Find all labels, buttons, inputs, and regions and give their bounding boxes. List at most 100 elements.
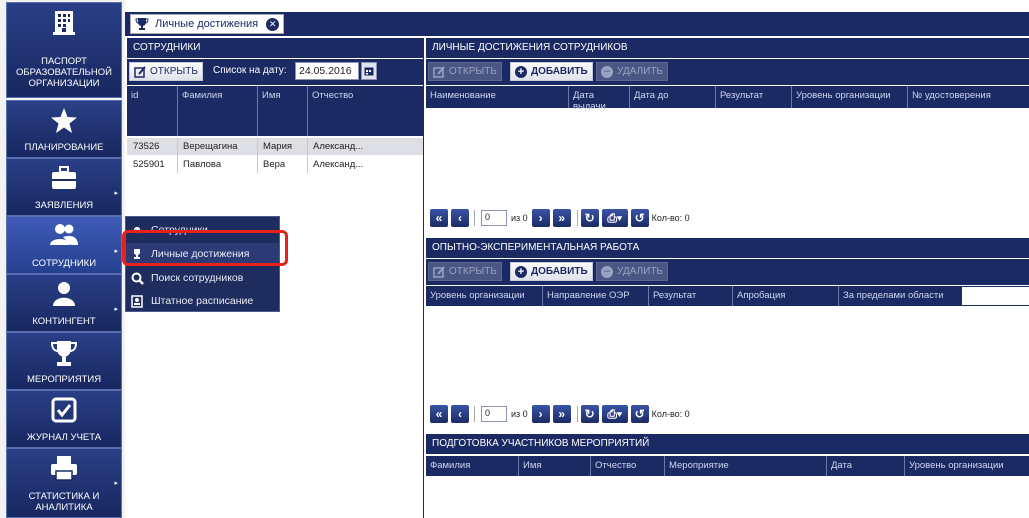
menu-item-label: Поиск сотрудников bbox=[151, 272, 244, 284]
refresh-icon[interactable]: ↻ bbox=[580, 405, 599, 423]
column-header[interactable]: Направление ОЭР bbox=[542, 286, 648, 306]
plus-icon: + bbox=[515, 65, 527, 78]
menu-item-search-employees[interactable]: Поиск сотрудников bbox=[126, 267, 279, 289]
person-icon bbox=[7, 281, 121, 307]
column-header[interactable]: Фамилия bbox=[177, 86, 257, 136]
calendar-icon[interactable] bbox=[361, 62, 377, 80]
panel-title: Сотрудники bbox=[127, 38, 423, 58]
training-panel: Подготовка участников мероприятий Фамили… bbox=[426, 434, 1029, 518]
column-header[interactable]: Уровень организации bbox=[904, 456, 1029, 476]
briefcase-icon bbox=[7, 165, 121, 191]
print-menu-button[interactable]: ⎙▾ bbox=[601, 209, 628, 227]
nav-journal[interactable]: Журнал учета bbox=[6, 390, 122, 448]
delete-button[interactable]: – УДАЛИТЬ bbox=[596, 262, 668, 281]
highlight-box bbox=[122, 230, 288, 266]
nav-label: Статистика и bbox=[28, 491, 100, 502]
open-button[interactable]: ОТКРЫТЬ bbox=[129, 62, 203, 81]
experimental-panel: Опытно-экспериментальная работа ОТКРЫТЬ … bbox=[426, 238, 1029, 432]
date-label: Список на дату: bbox=[213, 65, 287, 76]
nav-applications[interactable]: ▸ Заявления bbox=[6, 158, 122, 216]
nav-contingent[interactable]: ▸ Контингент bbox=[6, 274, 122, 332]
chevron-right-icon: ▸ bbox=[114, 190, 118, 197]
column-header[interactable]: Мероприятие bbox=[664, 456, 826, 476]
delete-button[interactable]: – УДАЛИТЬ bbox=[596, 62, 668, 81]
page-input[interactable]: 0 bbox=[481, 210, 507, 226]
record-count: Кол-во: 0 bbox=[651, 409, 690, 419]
employees-toolbar: ОТКРЫТЬ Список на дату: 24.05.2016 bbox=[127, 59, 423, 85]
last-page-button[interactable]: » bbox=[552, 405, 571, 423]
column-header[interactable]: Отчество bbox=[590, 456, 664, 476]
column-header[interactable]: За пределами области bbox=[838, 286, 962, 306]
date-input[interactable]: 24.05.2016 bbox=[295, 62, 359, 80]
nav-label: Контингент bbox=[32, 316, 96, 327]
nav-passport[interactable]: Паспорт образовательной организации bbox=[6, 2, 122, 98]
nav-label: аналитика bbox=[35, 502, 93, 513]
experimental-toolbar: ОТКРЫТЬ + ДОБАВИТЬ – УДАЛИТЬ bbox=[426, 259, 1029, 285]
page-input[interactable]: 0 bbox=[481, 406, 507, 422]
prev-page-button[interactable]: ‹ bbox=[451, 209, 469, 227]
cell-patronymic: Александ... bbox=[313, 159, 364, 170]
edit-icon bbox=[433, 65, 445, 78]
delete-button-label: УДАЛИТЬ bbox=[617, 66, 663, 77]
search-icon bbox=[129, 270, 145, 286]
open-button-label: ОТКРЫТЬ bbox=[449, 66, 497, 77]
panel-title: Личные достижения сотрудников bbox=[426, 38, 1029, 58]
experimental-table-header: Уровень организации Направление ОЭР Резу… bbox=[426, 286, 962, 306]
minus-icon: – bbox=[601, 65, 613, 78]
open-button[interactable]: ОТКРЫТЬ bbox=[428, 62, 502, 81]
cell-patronymic: Александ... bbox=[313, 141, 364, 152]
prev-page-button[interactable]: ‹ bbox=[451, 405, 469, 423]
close-icon[interactable]: ✕ bbox=[266, 17, 280, 31]
cell-id: 525901 bbox=[133, 159, 165, 170]
reset-icon[interactable]: ↺ bbox=[630, 209, 649, 227]
star-icon bbox=[7, 107, 121, 133]
column-header[interactable]: Апробация bbox=[732, 286, 838, 306]
nav-label: Заявления bbox=[34, 200, 94, 211]
achievements-toolbar: ОТКРЫТЬ + ДОБАВИТЬ – УДАЛИТЬ bbox=[426, 59, 1029, 85]
first-page-button[interactable]: « bbox=[430, 209, 448, 227]
chevron-right-icon: ▸ bbox=[114, 306, 118, 313]
table-row[interactable]: 73526 Верещагина Мария Александ... bbox=[127, 138, 423, 155]
edit-icon bbox=[433, 265, 445, 278]
achievements-pager: « ‹ 0 из 0 › » ↻ ⎙▾ ↺ Кол-во: 0 bbox=[430, 208, 690, 228]
nav-employees[interactable]: ▸ Сотрудники bbox=[6, 216, 122, 274]
column-header[interactable]: Имя bbox=[257, 86, 307, 136]
print-menu-button[interactable]: ⎙▾ bbox=[601, 405, 628, 423]
nav-events[interactable]: Мероприятия bbox=[6, 332, 122, 390]
column-header[interactable]: Дата до bbox=[629, 86, 715, 108]
column-header[interactable]: Уровень организации bbox=[791, 86, 907, 108]
reset-icon[interactable]: ↺ bbox=[630, 405, 649, 423]
column-header[interactable]: Уровень организации bbox=[426, 286, 542, 306]
cell-name: Вера bbox=[263, 159, 286, 170]
menu-item-staff-schedule[interactable]: Штатное расписание bbox=[126, 290, 279, 312]
next-page-button[interactable]: › bbox=[531, 209, 550, 227]
column-header[interactable]: Имя bbox=[518, 456, 590, 476]
column-header[interactable]: Фамилия bbox=[426, 456, 518, 476]
open-button-label: ОТКРЫТЬ bbox=[150, 66, 198, 77]
last-page-button[interactable]: » bbox=[552, 209, 571, 227]
add-button[interactable]: + ДОБАВИТЬ bbox=[510, 262, 593, 281]
nav-planning[interactable]: Планирование bbox=[6, 100, 122, 158]
page-total: из 0 bbox=[511, 409, 528, 419]
column-header[interactable]: Отчество bbox=[307, 86, 423, 136]
open-button[interactable]: ОТКРЫТЬ bbox=[428, 262, 502, 281]
column-header[interactable]: Дата выдачи bbox=[568, 86, 629, 112]
column-header[interactable]: № удостоверения bbox=[907, 86, 1029, 108]
refresh-icon[interactable]: ↻ bbox=[580, 209, 599, 227]
add-button[interactable]: + ДОБАВИТЬ bbox=[510, 62, 593, 81]
training-table-header: Фамилия Имя Отчество Мероприятие Дата Ур… bbox=[426, 456, 1029, 476]
menu-item-label: Штатное расписание bbox=[151, 295, 254, 307]
nav-statistics[interactable]: ▸ Статистика и аналитика bbox=[6, 448, 122, 518]
tab-personal-achievements[interactable]: Личные достижения ✕ bbox=[130, 14, 284, 34]
first-page-button[interactable]: « bbox=[430, 405, 448, 423]
column-header[interactable]: id bbox=[127, 86, 177, 136]
column-header[interactable]: Дата bbox=[826, 456, 904, 476]
table-row[interactable]: 525901 Павлова Вера Александ... bbox=[127, 156, 423, 173]
nav-label: Паспорт bbox=[41, 56, 87, 67]
column-header[interactable]: Наименование bbox=[426, 86, 568, 108]
next-page-button[interactable]: › bbox=[531, 405, 550, 423]
column-header[interactable]: Результат bbox=[715, 86, 791, 108]
minus-icon: – bbox=[601, 265, 613, 278]
chevron-right-icon: ▸ bbox=[114, 480, 118, 487]
column-header[interactable]: Результат bbox=[648, 286, 732, 306]
